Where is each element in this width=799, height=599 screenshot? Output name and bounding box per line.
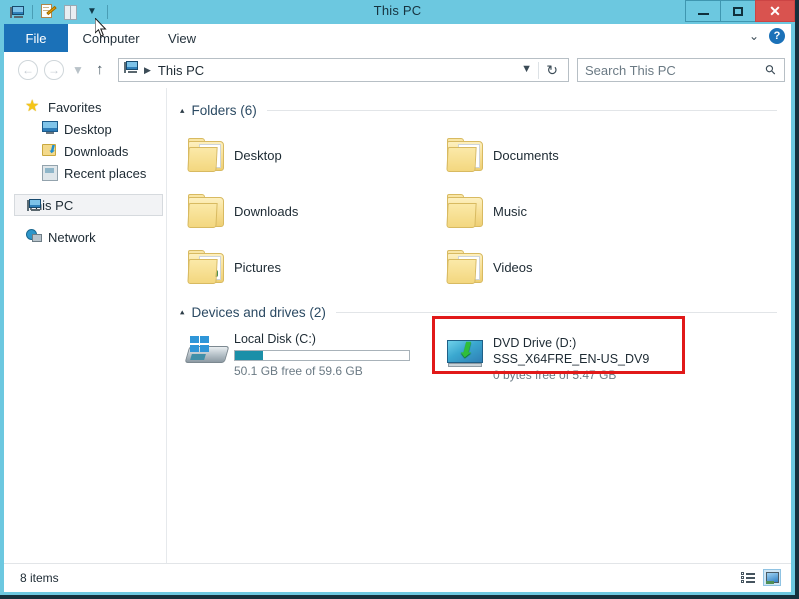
capacity-bar-fill bbox=[235, 351, 263, 360]
recent-places-icon bbox=[42, 165, 58, 181]
downloads-folder-icon: ⬇ bbox=[42, 143, 58, 159]
folder-downloads-icon: ⬇ bbox=[180, 194, 234, 228]
help-icon[interactable]: ? bbox=[769, 28, 785, 44]
content-pane: ▴ Folders (6) Desktop Documents Download… bbox=[167, 88, 791, 563]
title-bar: ▼ This PC ✕ bbox=[0, 0, 795, 24]
folder-name-desktop: Desktop bbox=[234, 147, 282, 163]
forward-button[interactable]: → bbox=[44, 60, 64, 80]
sidebar-label-desktop: Desktop bbox=[64, 121, 112, 137]
ribbon-right-controls: ⌄ ? bbox=[749, 28, 785, 44]
folders-grid: Desktop Documents ⬇ Downloads ♫ bbox=[180, 127, 791, 295]
group-label-folders: Folders (6) bbox=[191, 102, 257, 118]
folder-item-downloads[interactable]: ⬇ Downloads bbox=[180, 183, 439, 239]
folder-item-desktop[interactable]: Desktop bbox=[180, 127, 439, 183]
ribbon-tab-bar: File Computer View ⌄ ? bbox=[4, 24, 791, 52]
address-bar[interactable]: ▶ This PC ▼ ↻ bbox=[118, 58, 569, 82]
close-button[interactable]: ✕ bbox=[755, 0, 795, 22]
explorer-body: Favorites Desktop ⬇ Downloads Recent pla… bbox=[4, 88, 791, 563]
drive-item-dvd[interactable]: ⬇ DVD Drive (D:) SSS_X64FRE_EN-US_DV9 0 … bbox=[439, 325, 698, 383]
window-title: This PC bbox=[373, 3, 422, 18]
folder-item-pictures[interactable]: Pictures bbox=[180, 239, 439, 295]
drive-name-local-disk: Local Disk (C:) bbox=[234, 332, 316, 346]
window-controls: ✕ bbox=[685, 0, 795, 24]
star-icon bbox=[25, 96, 42, 116]
address-bar-row: ← → ▼ ↑ ▶ This PC ▼ ↻ Search This PC ⚲ bbox=[4, 52, 791, 88]
folder-name-documents: Documents bbox=[493, 147, 559, 163]
status-item-count: 8 items bbox=[20, 571, 59, 585]
up-button[interactable]: ↑ bbox=[96, 61, 104, 78]
sidebar-label-favorites: Favorites bbox=[48, 99, 102, 115]
view-mode-buttons bbox=[739, 569, 781, 586]
explorer-window: ▼ This PC ✕ File Computer View ⌄ ? ← → ▼… bbox=[0, 0, 799, 599]
drive-name-dvd: DVD Drive (D:) bbox=[493, 336, 577, 350]
search-input[interactable]: Search This PC bbox=[585, 63, 766, 78]
folder-name-pictures: Pictures bbox=[234, 259, 281, 275]
sidebar-item-this-pc[interactable]: This PC bbox=[14, 194, 163, 216]
sidebar-label-network: Network bbox=[48, 229, 96, 245]
search-box[interactable]: Search This PC ⚲ bbox=[577, 58, 785, 82]
capacity-bar-local-disk bbox=[234, 350, 410, 361]
recent-locations-icon[interactable]: ▼ bbox=[72, 63, 84, 77]
breadcrumb-this-pc-icon bbox=[124, 61, 139, 79]
large-icons-view-button[interactable] bbox=[763, 569, 781, 586]
drive-free-dvd: 0 bytes free of 5.47 GB bbox=[493, 368, 617, 382]
sidebar-item-desktop[interactable]: Desktop bbox=[4, 118, 167, 140]
group-header-folders[interactable]: ▴ Folders (6) bbox=[180, 99, 791, 121]
back-button[interactable]: ← bbox=[18, 60, 38, 80]
address-history-icon[interactable]: ▼ bbox=[521, 63, 532, 75]
sidebar-label-downloads: Downloads bbox=[64, 143, 129, 159]
folder-name-videos: Videos bbox=[493, 259, 533, 275]
collapse-triangle-icon[interactable]: ▴ bbox=[180, 105, 185, 115]
folder-item-documents[interactable]: Documents bbox=[439, 127, 698, 183]
sidebar-label-recent-places: Recent places bbox=[64, 165, 147, 181]
group-label-devices: Devices and drives (2) bbox=[191, 304, 326, 320]
folder-name-downloads: Downloads bbox=[234, 203, 299, 219]
status-bar: 8 items bbox=[4, 563, 791, 592]
tab-view[interactable]: View bbox=[154, 24, 210, 52]
drive-volume-label-dvd: SSS_X64FRE_EN-US_DV9 bbox=[493, 352, 650, 366]
devices-grid: Local Disk (C:) 50.1 GB free of 59.6 GB … bbox=[180, 325, 791, 383]
folder-pictures-icon bbox=[180, 250, 234, 284]
network-icon bbox=[26, 229, 42, 245]
group-rule-devices bbox=[335, 311, 777, 313]
breadcrumb-separator-icon[interactable]: ▶ bbox=[144, 65, 151, 76]
refresh-icon[interactable]: ↻ bbox=[546, 62, 558, 79]
folder-music-icon: ♫ bbox=[439, 194, 493, 228]
minimize-button[interactable] bbox=[685, 0, 721, 22]
drive-free-local-disk: 50.1 GB free of 59.6 GB bbox=[234, 364, 363, 378]
tab-computer[interactable]: Computer bbox=[68, 24, 154, 52]
dvd-drive-icon: ⬇ bbox=[439, 335, 493, 369]
sidebar-item-network[interactable]: Network bbox=[4, 226, 167, 248]
chevron-down-icon[interactable]: ⌄ bbox=[749, 29, 759, 43]
sidebar-item-downloads[interactable]: ⬇ Downloads bbox=[4, 140, 167, 162]
folder-name-music: Music bbox=[493, 203, 527, 219]
collapse-triangle-icon-devices[interactable]: ▴ bbox=[180, 307, 185, 317]
this-pc-icon-sidebar bbox=[27, 199, 43, 215]
navigation-pane: Favorites Desktop ⬇ Downloads Recent pla… bbox=[4, 88, 167, 563]
drive-item-local-disk[interactable]: Local Disk (C:) 50.1 GB free of 59.6 GB bbox=[180, 325, 439, 383]
sidebar-item-favorites[interactable]: Favorites bbox=[4, 96, 167, 118]
monitor-icon bbox=[42, 121, 58, 137]
folder-videos-icon bbox=[439, 250, 493, 284]
folder-item-music[interactable]: ♫ Music bbox=[439, 183, 698, 239]
details-view-button[interactable] bbox=[739, 569, 757, 586]
maximize-button[interactable] bbox=[720, 0, 756, 22]
breadcrumb-path: This PC bbox=[157, 62, 205, 78]
sidebar-item-recent-places[interactable]: Recent places bbox=[4, 162, 167, 184]
folder-item-videos[interactable]: Videos bbox=[439, 239, 698, 295]
tab-file[interactable]: File bbox=[4, 24, 68, 52]
hard-disk-icon bbox=[180, 331, 234, 367]
folder-documents-icon bbox=[439, 138, 493, 172]
folder-desktop-icon bbox=[180, 138, 234, 172]
group-header-devices[interactable]: ▴ Devices and drives (2) bbox=[180, 301, 791, 323]
group-rule bbox=[266, 109, 777, 111]
address-divider bbox=[538, 62, 539, 79]
